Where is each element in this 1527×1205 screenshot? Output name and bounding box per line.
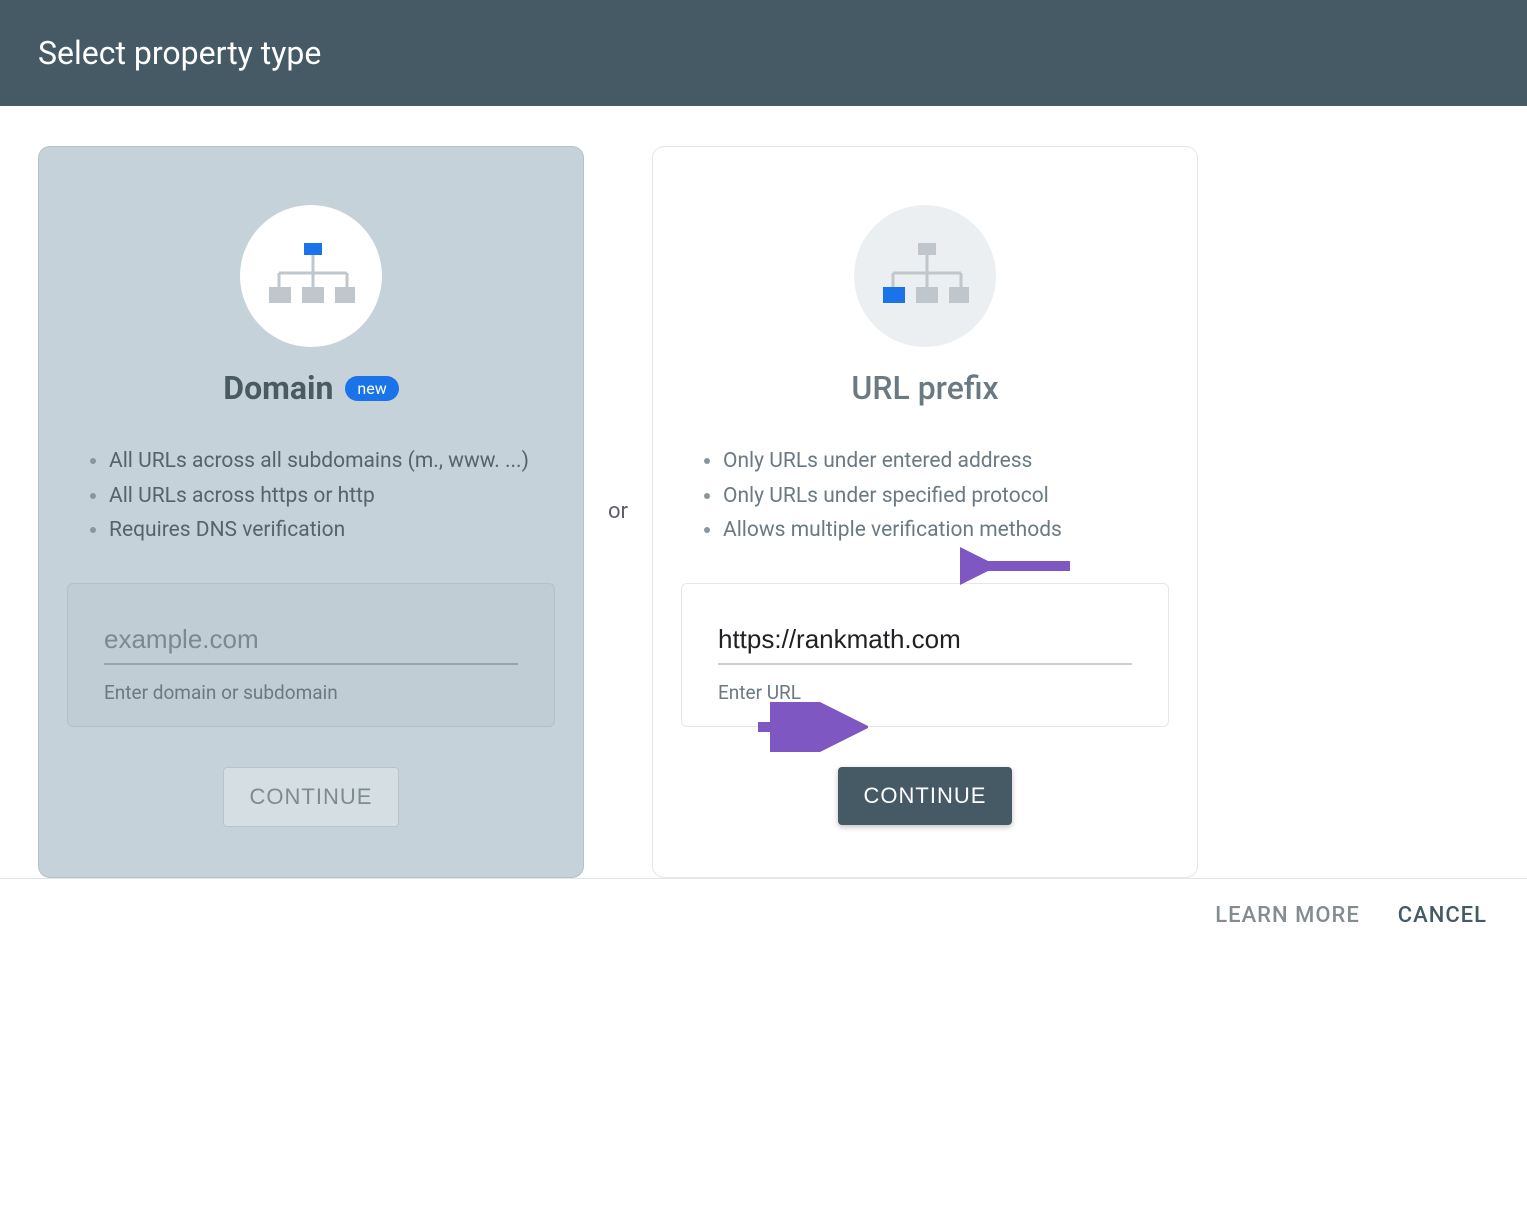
url-input[interactable] [718, 620, 1132, 665]
domain-bullet: All URLs across all subdomains (m., www.… [109, 445, 555, 478]
sitemap-domain-icon [267, 243, 355, 309]
url-title-row: URL prefix [851, 369, 998, 407]
domain-input-box: Enter domain or subdomain [67, 583, 555, 727]
url-input-help: Enter URL [718, 681, 1132, 704]
cancel-button[interactable]: CANCEL [1398, 903, 1487, 928]
domain-bullet: All URLs across https or http [109, 480, 555, 513]
domain-continue-button[interactable]: CONTINUE [223, 767, 400, 827]
domain-input-help: Enter domain or subdomain [104, 681, 518, 704]
url-input-box: Enter URL [681, 583, 1169, 727]
learn-more-button[interactable]: LEARN MORE [1215, 903, 1360, 928]
property-card-domain[interactable]: Domain new All URLs across all subdomain… [38, 146, 584, 878]
domain-input[interactable] [104, 620, 518, 665]
domain-card-title: Domain [223, 369, 333, 407]
domain-bullet-list: All URLs across all subdomains (m., www.… [67, 445, 555, 549]
domain-bullet: Requires DNS verification [109, 514, 555, 547]
dialog-header: Select property type [0, 0, 1527, 106]
url-bullet: Only URLs under specified protocol [723, 480, 1169, 513]
property-card-url-prefix[interactable]: URL prefix Only URLs under entered addre… [652, 146, 1198, 878]
dialog-title: Select property type [38, 34, 321, 72]
url-card-title: URL prefix [851, 369, 998, 407]
dialog-content: Domain new All URLs across all subdomain… [0, 106, 1527, 878]
domain-title-row: Domain new [223, 369, 398, 407]
url-continue-button[interactable]: CONTINUE [838, 767, 1013, 825]
url-bullet: Only URLs under entered address [723, 445, 1169, 478]
or-separator: or [584, 146, 652, 878]
url-bullet: Allows multiple verification methods [723, 514, 1169, 547]
sitemap-url-icon [881, 243, 969, 309]
dialog-footer: LEARN MORE CANCEL [0, 878, 1527, 952]
url-icon-circle [854, 205, 996, 347]
url-bullet-list: Only URLs under entered address Only URL… [681, 445, 1169, 549]
new-badge: new [345, 376, 398, 401]
domain-icon-circle [240, 205, 382, 347]
